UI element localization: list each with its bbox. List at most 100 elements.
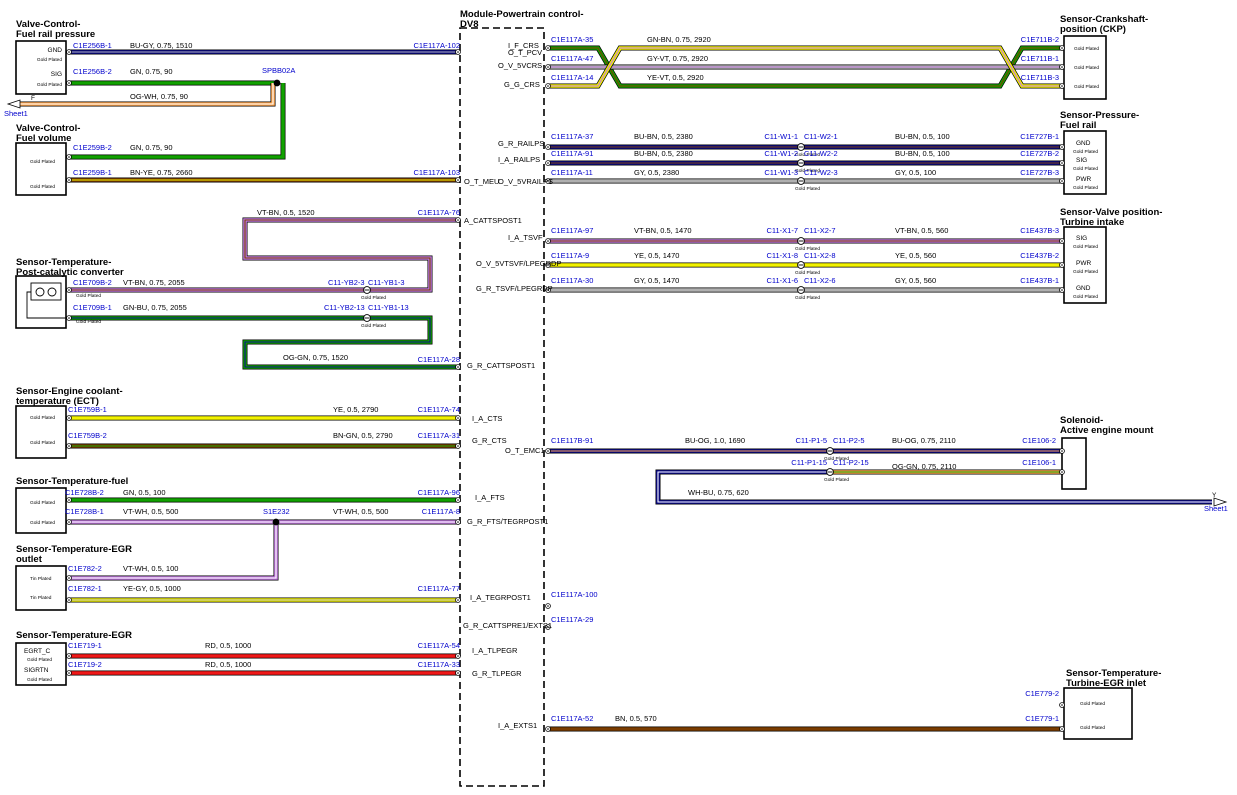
splice-node xyxy=(273,79,281,87)
connector-ref: C11-W1-1 xyxy=(764,132,798,141)
wire-label: GN-BU, 0.75, 2055 xyxy=(123,303,187,312)
pin-dot xyxy=(68,179,70,181)
fv-title: Fuel volume xyxy=(16,133,71,144)
pin-label: Gold Plated xyxy=(1080,725,1105,731)
pin-dot xyxy=(457,599,459,601)
pin-label: EGRT_C xyxy=(24,648,51,655)
connector-ref: C11-P2-5 xyxy=(833,436,865,445)
connector-ref: C11-YB2-3 xyxy=(328,278,365,287)
pin-dot xyxy=(457,655,459,657)
wire-label: GN, 0.5, 100 xyxy=(123,488,166,497)
pin-dot xyxy=(68,51,70,53)
connector-ref: C11-X2-7 xyxy=(804,226,836,235)
wire-label: VT-WH, 0.5, 500 xyxy=(123,507,178,516)
connector-ref: C1E117B-91 xyxy=(551,436,593,445)
connector-ref: C11-YB1-13 xyxy=(368,303,409,312)
signal-label: G_R_RAILPS xyxy=(498,139,544,148)
pin-label: Gold Plated xyxy=(1073,294,1098,300)
connector-ref: C1E711B-1 xyxy=(1021,54,1059,63)
pin-label: SIG xyxy=(51,71,62,78)
connector-ref: C1E117A-14 xyxy=(551,73,593,82)
pin-label: Gold Plated xyxy=(30,159,55,165)
signal-label: A_CATTSPOST1 xyxy=(464,216,522,225)
wire-label: VT-BN, 0.5, 560 xyxy=(895,226,948,235)
pin-dot xyxy=(68,577,70,579)
connector-ref: C11-YB2-13 xyxy=(324,303,365,312)
wire-stripe xyxy=(69,317,458,368)
wire-label: GY, 0.5, 100 xyxy=(895,168,936,177)
pin-dot xyxy=(68,445,70,447)
pin-dot xyxy=(68,521,70,523)
wire-label: BN, 0.5, 570 xyxy=(615,714,657,723)
wire-label: VT-BN, 0.5, 1470 xyxy=(634,226,692,235)
pin-label: Gold Plated xyxy=(30,184,55,190)
pin-label: PWR xyxy=(1076,176,1091,183)
wire-label: RD, 0.5, 1000 xyxy=(205,660,251,669)
pin-label: Tin Plated xyxy=(30,595,52,601)
signal-label: I_F_CRS xyxy=(508,41,539,50)
wire-label: VT-BN, 0.75, 2055 xyxy=(123,278,185,287)
pin-dot xyxy=(1061,146,1063,148)
pin-dot xyxy=(547,162,549,164)
wire-label: BU-OG, 1.0, 1690 xyxy=(685,436,745,445)
wire-label: GN, 0.75, 90 xyxy=(130,67,173,76)
component-box-ect xyxy=(15,405,67,459)
pin-dot xyxy=(1061,471,1063,473)
plating-label: Gold Plated xyxy=(361,295,386,301)
pin-dot xyxy=(547,605,549,607)
pin-dot xyxy=(1061,728,1063,730)
pin-dot xyxy=(457,417,459,419)
pin-dot xyxy=(547,240,549,242)
pin-dot xyxy=(1061,85,1063,87)
pin-dot xyxy=(457,366,459,368)
signal-label: G_G_CRS xyxy=(504,80,540,89)
wire-label: VT-BN, 0.5, 1520 xyxy=(257,208,315,217)
connector-ref: C1E117A-30 xyxy=(551,276,593,285)
pin-dot xyxy=(457,445,459,447)
pin-dot xyxy=(68,672,70,674)
connector-ref: C1E117A-52 xyxy=(551,714,593,723)
component-box-aem xyxy=(1061,437,1087,490)
wire-label: BU-BN, 0.5, 2380 xyxy=(634,132,693,141)
pin-dot xyxy=(68,156,70,158)
connector-ref: C1E709B-2 xyxy=(73,278,112,287)
pin-label: GND xyxy=(1076,285,1091,292)
pin-label: Gold Plated xyxy=(27,677,52,683)
connector-ref: C1E117A-29 xyxy=(551,615,593,624)
connector-ref: C11-W1-2 xyxy=(764,149,798,158)
signal-label: G_R_CTS xyxy=(472,436,507,445)
connector-ref: C1E117A-103 xyxy=(413,168,460,177)
connector-ref: C1E437B-1 xyxy=(1020,276,1059,285)
connector-ref: C1E117A-76 xyxy=(418,208,460,217)
connector-ref: C1E117A-91 xyxy=(551,149,593,158)
connector-ref: C11-P2-15 xyxy=(833,458,869,467)
aem-title: Active engine mount xyxy=(1060,425,1154,436)
pin-dot xyxy=(1061,704,1063,706)
signal-label: I_A_FTS xyxy=(475,493,505,502)
pin-dot xyxy=(68,289,70,291)
pin-dot xyxy=(547,146,549,148)
connector-ref: C1E437B-2 xyxy=(1020,251,1059,260)
tf-title: Sensor-Temperature-fuel xyxy=(16,476,128,487)
connector-ref: C11-X2-6 xyxy=(804,276,836,285)
signal-label: I_A_TLPEGR xyxy=(472,646,518,655)
pin-dot xyxy=(1061,47,1063,49)
plating-label: Gold Plated xyxy=(824,477,849,483)
wire-label: WH-BU, 0.75, 620 xyxy=(688,488,749,497)
wire-label: YE-GY, 0.5, 1000 xyxy=(123,584,181,593)
egr-title: Sensor-Temperature-EGR xyxy=(16,630,132,641)
wiring-diagram: Gold Plated Gold Plated Gold Plated Gold Pl… xyxy=(4,9,1228,787)
connector-ref: C1E709B-1 xyxy=(73,303,112,312)
component-box-egro xyxy=(15,565,67,611)
connector-ref: C1E117A-31 xyxy=(418,431,460,440)
pin-dot xyxy=(547,85,549,87)
connector-ref: C11-X1-8 xyxy=(766,251,798,260)
wire-outline xyxy=(655,469,1212,505)
wire-label: OG-GN, 0.75, 1520 xyxy=(283,353,348,362)
connector-ref: C11-YB1-3 xyxy=(368,278,405,287)
signal-label: I_A_TEGRPOST1 xyxy=(470,593,531,602)
pin-dot xyxy=(457,179,459,181)
signal-label: G_R_FTS/TEGRPOST1 xyxy=(467,517,548,526)
pin-dot xyxy=(68,599,70,601)
connector-ref: C11-P1-5 xyxy=(795,436,827,445)
